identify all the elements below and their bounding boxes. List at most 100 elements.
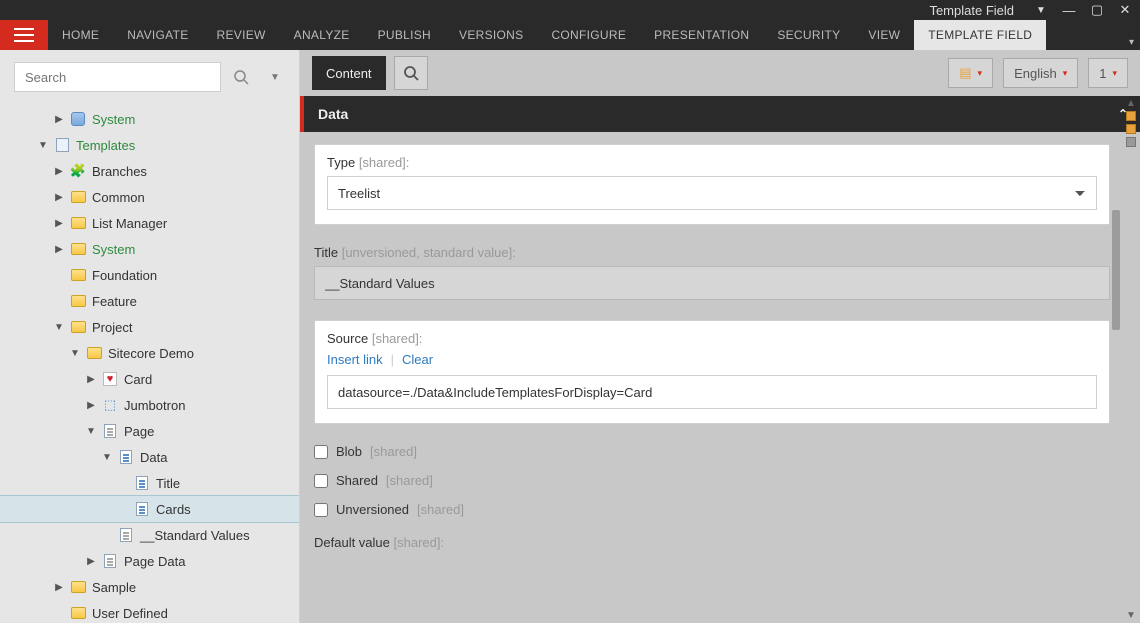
validation-marker[interactable] (1126, 124, 1136, 134)
collapse-icon[interactable]: ▼ (100, 452, 114, 463)
tree-node[interactable]: ▶🧩Branches (0, 158, 299, 184)
search-options-dropdown[interactable]: ▼ (261, 63, 289, 91)
tree-node[interactable]: ▶System (0, 236, 299, 262)
shared-checkbox[interactable] (314, 474, 328, 488)
unversioned-checkbox[interactable] (314, 503, 328, 517)
list-icon: ▤ (959, 65, 971, 81)
tree-node[interactable]: ▼Project (0, 314, 299, 340)
section-header-data[interactable]: Data ⌃ (300, 96, 1140, 132)
collapse-icon[interactable]: ▼ (36, 140, 50, 151)
document-icon (118, 527, 134, 543)
ribbon-tab-navigate[interactable]: NAVIGATE (113, 20, 202, 50)
ribbon-tab-versions[interactable]: VERSIONS (445, 20, 537, 50)
expand-icon[interactable]: ▶ (52, 114, 66, 125)
ribbon-tab-configure[interactable]: CONFIGURE (537, 20, 640, 50)
insert-link[interactable]: Insert link (327, 352, 383, 367)
language-dropdown[interactable]: English▾ (1003, 58, 1078, 88)
app-menu-button[interactable] (0, 20, 48, 50)
clear-link[interactable]: Clear (402, 352, 433, 367)
tree-node[interactable]: ▶System (0, 106, 299, 132)
expand-icon[interactable]: ▶ (52, 218, 66, 229)
folder-icon (70, 319, 86, 335)
expand-icon[interactable]: ▶ (52, 582, 66, 593)
scrollbar-thumb[interactable] (1112, 210, 1120, 330)
expand-icon[interactable]: ▶ (84, 556, 98, 567)
title-input[interactable] (314, 266, 1110, 300)
tree-node[interactable]: ▶ Feature (0, 288, 299, 314)
tree-node-label: Jumbotron (124, 398, 185, 413)
window-close-icon[interactable]: ✕ (1116, 1, 1134, 19)
scroll-down-icon[interactable]: ▼ (1126, 610, 1136, 621)
search-icon[interactable] (227, 63, 255, 91)
folder-icon (70, 605, 86, 621)
heart-icon: ♥ (102, 371, 118, 387)
tree-pane: ▼ ▶System▼Templates▶🧩Branches▶Common▶Lis… (0, 50, 300, 623)
window-dropdown-icon[interactable]: ▼ (1032, 1, 1050, 19)
tree-node[interactable]: ▶♥Card (0, 366, 299, 392)
validation-marker[interactable] (1126, 137, 1136, 147)
window-maximize-icon[interactable]: ▢ (1088, 1, 1106, 19)
tree-node[interactable]: ▶ Cards (0, 496, 299, 522)
toggle-placeholder: ▶ (116, 504, 130, 515)
expand-icon[interactable]: ▶ (84, 400, 98, 411)
ribbon-tab-template-field[interactable]: TEMPLATE FIELD (914, 20, 1046, 50)
field-type: Type [shared]: Treelist (314, 144, 1110, 225)
search-input[interactable] (14, 62, 221, 92)
ribbon-collapse-icon[interactable]: ▾ (1129, 37, 1134, 48)
navigate-dropdown[interactable]: ▤▾ (948, 58, 993, 88)
tree-node[interactable]: ▼Data (0, 444, 299, 470)
ribbon-tab-presentation[interactable]: PRESENTATION (640, 20, 763, 50)
collapse-icon[interactable]: ▼ (52, 322, 66, 333)
tree-node-label: Cards (156, 502, 191, 517)
tree-node[interactable]: ▶ Sample (0, 574, 299, 600)
ribbon-tab-view[interactable]: VIEW (854, 20, 914, 50)
search-content-button[interactable] (394, 56, 428, 90)
version-dropdown[interactable]: 1▾ (1088, 58, 1128, 88)
tree-node-label: Foundation (92, 268, 157, 283)
collapse-icon[interactable]: ▼ (68, 348, 82, 359)
tree-node-label: Feature (92, 294, 137, 309)
ribbon-tab-analyze[interactable]: ANALYZE (280, 20, 364, 50)
expand-icon[interactable]: ▶ (52, 166, 66, 177)
tree-node[interactable]: ▼Sitecore Demo (0, 340, 299, 366)
tree-node-label: User Defined (92, 606, 168, 621)
tree-node[interactable]: ▶Title (0, 470, 299, 496)
tree-node[interactable]: ▶Page Data (0, 548, 299, 574)
source-input[interactable] (327, 375, 1097, 409)
ribbon-tab-publish[interactable]: PUBLISH (364, 20, 445, 50)
tree-node-label: Branches (92, 164, 147, 179)
expand-icon[interactable]: ▶ (52, 192, 66, 203)
title-label: Title (314, 245, 338, 260)
tree-node[interactable]: ▶User Defined (0, 600, 299, 623)
tree-node-label: Page (124, 424, 154, 439)
expand-icon[interactable]: ▶ (52, 244, 66, 255)
validation-marker[interactable] (1126, 111, 1136, 121)
tree-node-label: List Manager (92, 216, 167, 231)
hamburger-icon (14, 28, 34, 42)
scroll-up-icon[interactable]: ▲ (1126, 98, 1136, 109)
ribbon-tab-security[interactable]: SECURITY (763, 20, 854, 50)
blob-checkbox[interactable] (314, 445, 328, 459)
field-unversioned: Unversioned [shared] (314, 502, 1110, 517)
tree-node-label: __Standard Values (140, 528, 250, 543)
ribbon-tab-home[interactable]: HOME (48, 20, 113, 50)
tree-node[interactable]: ▶ List Manager (0, 210, 299, 236)
tree-node[interactable]: ▶Common (0, 184, 299, 210)
tab-content[interactable]: Content (312, 56, 386, 90)
tree-node[interactable]: ▼Templates (0, 132, 299, 158)
ribbon-tab-review[interactable]: REVIEW (203, 20, 280, 50)
tree-node[interactable]: ▶__Standard Values (0, 522, 299, 548)
expand-icon[interactable]: ▶ (84, 374, 98, 385)
tree-node[interactable]: ▶Foundation (0, 262, 299, 288)
toggle-placeholder: ▶ (52, 296, 66, 307)
tree-node-label: Sample (92, 580, 136, 595)
tree-node[interactable]: ▼ Page (0, 418, 299, 444)
validation-gutter: ▲ ▼ (1122, 96, 1140, 623)
tree-node-label: Title (156, 476, 180, 491)
default-value-label: Default value (314, 535, 390, 550)
ribbon: HOMENAVIGATEREVIEWANALYZEPUBLISHVERSIONS… (0, 20, 1140, 50)
tree-node[interactable]: ▶⬚Jumbotron (0, 392, 299, 418)
collapse-icon[interactable]: ▼ (84, 426, 98, 437)
window-minimize-icon[interactable]: — (1060, 1, 1078, 19)
type-select[interactable]: Treelist (327, 176, 1097, 210)
